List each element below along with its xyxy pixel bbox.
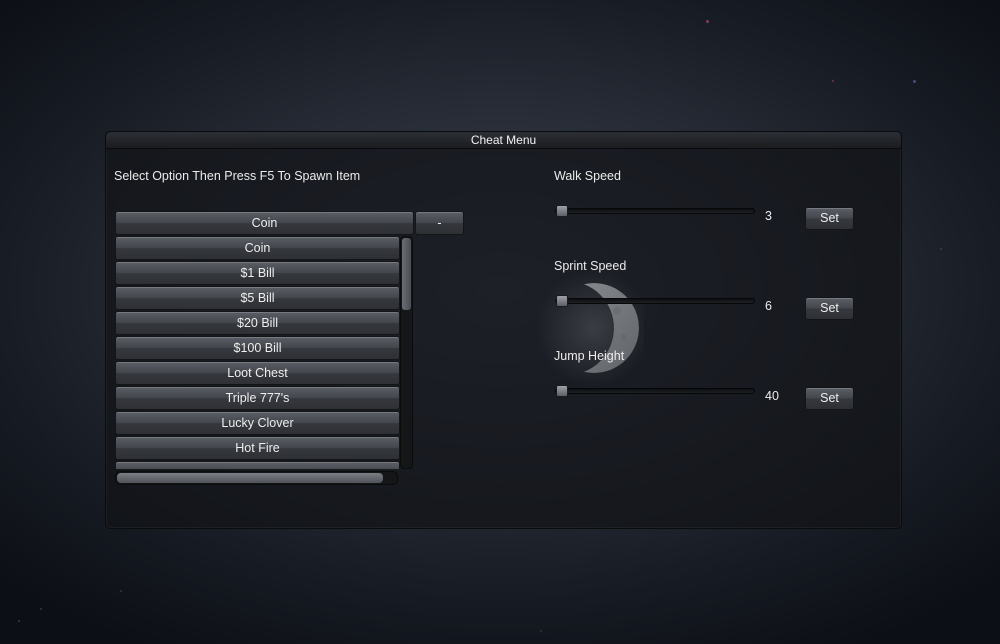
item-list: Coin $1 Bill $5 Bill $20 Bill $100 Bill … bbox=[115, 236, 400, 469]
walk-speed-label: Walk Speed bbox=[554, 169, 621, 183]
walk-speed-slider-thumb[interactable] bbox=[556, 205, 568, 217]
list-item[interactable]: $5 Bill bbox=[115, 286, 400, 310]
list-item[interactable]: $20 Bill bbox=[115, 311, 400, 335]
list-item-partial[interactable] bbox=[115, 461, 400, 469]
star bbox=[940, 248, 942, 250]
jump-height-set-button[interactable]: Set bbox=[805, 387, 854, 410]
star bbox=[120, 590, 122, 592]
jump-height-slider-thumb[interactable] bbox=[556, 385, 568, 397]
star bbox=[18, 620, 20, 622]
list-item[interactable]: $100 Bill bbox=[115, 336, 400, 360]
star bbox=[832, 80, 834, 82]
star bbox=[913, 80, 916, 83]
jump-height-slider[interactable] bbox=[555, 385, 755, 397]
horizontal-scroll-thumb[interactable] bbox=[117, 473, 383, 483]
vertical-scroll-thumb[interactable] bbox=[402, 238, 411, 310]
collapse-list-button[interactable]: - bbox=[415, 211, 464, 235]
selected-item-button[interactable]: Coin bbox=[115, 211, 414, 235]
list-item[interactable]: Triple 777's bbox=[115, 386, 400, 410]
list-item[interactable]: Hot Fire bbox=[115, 436, 400, 460]
list-item[interactable]: Loot Chest bbox=[115, 361, 400, 385]
sprint-speed-value: 6 bbox=[765, 299, 772, 313]
list-vertical-scrollbar[interactable] bbox=[400, 236, 413, 469]
sprint-speed-slider-thumb[interactable] bbox=[556, 295, 568, 307]
list-horizontal-scrollbar[interactable] bbox=[115, 471, 398, 485]
list-item[interactable]: $1 Bill bbox=[115, 261, 400, 285]
list-item[interactable]: Lucky Clover bbox=[115, 411, 400, 435]
sprint-speed-set-button[interactable]: Set bbox=[805, 297, 854, 320]
walk-speed-slider[interactable] bbox=[555, 205, 755, 217]
sprint-speed-label: Sprint Speed bbox=[554, 259, 627, 273]
list-item[interactable]: Coin bbox=[115, 236, 400, 260]
jump-height-label: Jump Height bbox=[554, 349, 625, 363]
spawn-instruction: Select Option Then Press F5 To Spawn Ite… bbox=[114, 169, 361, 183]
walk-speed-value: 3 bbox=[765, 209, 772, 223]
walk-speed-set-button[interactable]: Set bbox=[805, 207, 854, 230]
window-title[interactable]: Cheat Menu bbox=[106, 132, 901, 149]
star bbox=[540, 630, 542, 632]
cheat-menu-window: Cheat Menu Select Option Then Press F5 T… bbox=[105, 131, 902, 529]
star bbox=[706, 20, 709, 23]
crescent-moon-icon bbox=[536, 270, 644, 386]
jump-height-value: 40 bbox=[765, 389, 779, 403]
sprint-speed-slider[interactable] bbox=[555, 295, 755, 307]
star bbox=[40, 608, 42, 610]
